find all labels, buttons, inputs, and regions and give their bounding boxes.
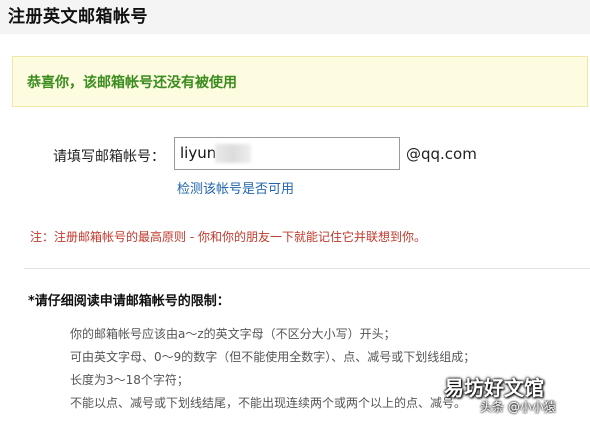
status-message: 恭喜你，该邮箱帐号还没有被使用 <box>27 75 237 91</box>
naming-note: 注：注册邮箱帐号的最高原则 - 你和你的朋友一下就能记住它并联想到你。 <box>30 230 426 244</box>
email-field-value[interactable]: liyun <box>180 144 216 162</box>
check-availability-link[interactable]: 检测该帐号是否可用 <box>177 178 294 197</box>
rule-item: 可由英文字母、0～9的数字（但不能使用全数字）、点、减号或下划线组成； <box>70 350 476 364</box>
email-field[interactable]: liyun <box>174 137 400 170</box>
rules-title: *请仔细阅读申请邮箱帐号的限制： <box>28 294 230 309</box>
rule-item: 长度为3～18个字符； <box>70 373 189 387</box>
rule-item: 你的邮箱帐号应该由a～z的英文字母（不区分大小写）开头； <box>70 327 396 341</box>
redaction-blur <box>215 144 251 163</box>
page-header: 注册英文邮箱帐号 <box>0 0 590 34</box>
watermark-sub: 头条 @小小猿 <box>480 400 556 414</box>
rule-item: 不能以点、减号或下划线结尾，不能出现连续两个或两个以上的点、减号。 <box>70 396 467 410</box>
email-field-label: 请填写邮箱帐号： <box>53 149 165 165</box>
watermark-logo: 易坊好文馆 <box>444 376 544 400</box>
email-domain-suffix: @qq.com <box>406 145 477 163</box>
watermark: 易坊好文馆 头条 @小小猿 <box>444 372 590 422</box>
page-title: 注册英文邮箱帐号 <box>8 7 148 27</box>
section-divider <box>24 268 590 269</box>
status-banner: 恭喜你，该邮箱帐号还没有被使用 <box>12 56 588 107</box>
